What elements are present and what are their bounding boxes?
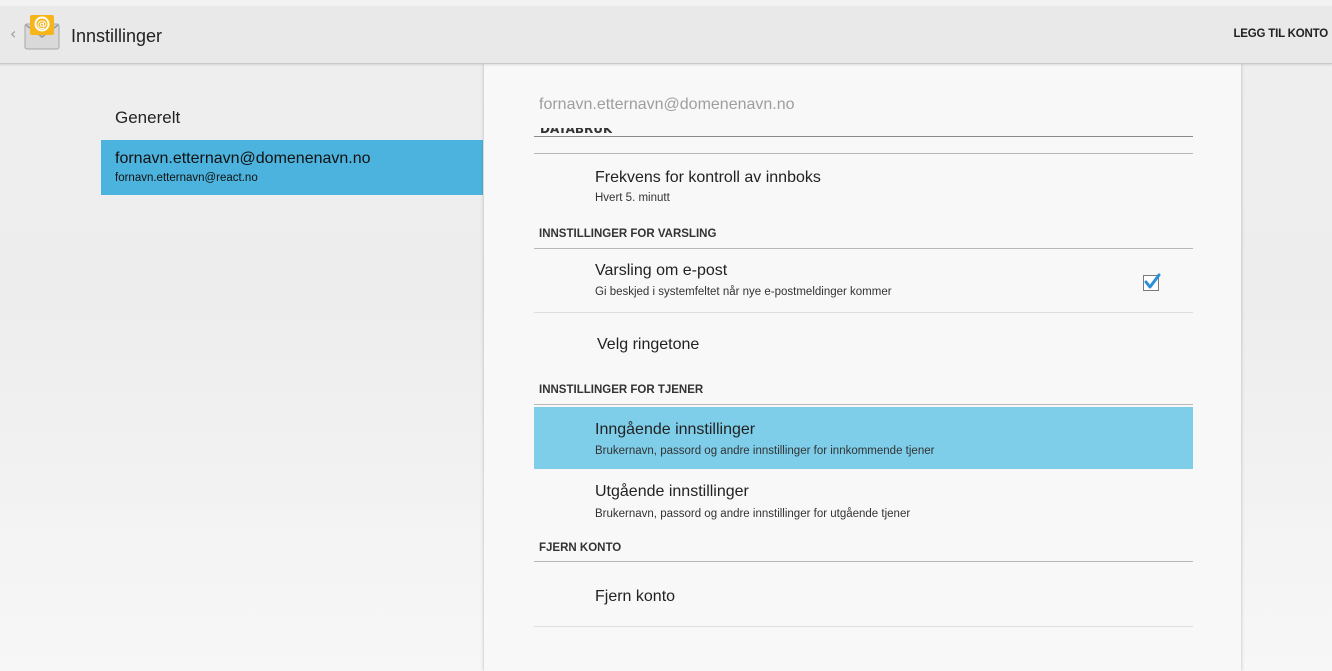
ringtone-item[interactable]: Velg ringetone — [534, 314, 1193, 374]
email-notification-item[interactable]: Varsling om e-post Gi beskjed i systemfe… — [534, 250, 1193, 310]
item-title: Utgående innstillinger — [595, 483, 749, 500]
item-summary: Gi beskjed i systemfeltet når nye e-post… — [595, 286, 892, 298]
inbox-frequency-item[interactable]: Frekvens for kontroll av innboks Hvert 5… — [534, 160, 1193, 210]
svg-text:@: @ — [37, 20, 47, 31]
account-title: fornavn.etternavn@domenenavn.no — [115, 150, 371, 167]
status-strip — [0, 0, 1332, 6]
item-divider — [534, 626, 1193, 627]
title-divider — [534, 136, 1193, 137]
section-header-server: INNSTILLINGER FOR TJENER — [539, 384, 704, 396]
item-title: Inngående innstillinger — [595, 421, 756, 438]
section-divider — [534, 248, 1193, 249]
item-title: Velg ringetone — [597, 336, 700, 353]
section-header-remove: FJERN KONTO — [539, 542, 622, 554]
add-account-button[interactable]: LEGG TIL KONTO — [1233, 28, 1328, 40]
email-app-icon[interactable]: @ — [22, 12, 62, 52]
item-divider — [534, 312, 1193, 313]
item-summary: Brukernavn, passord og andre innstilling… — [595, 508, 911, 520]
remove-account-item[interactable]: Fjern konto — [534, 564, 1193, 624]
section-header-notifications: INNSTILLINGER FOR VARSLING — [539, 228, 717, 240]
section-divider — [534, 404, 1193, 405]
email-notification-checkbox[interactable] — [1143, 273, 1161, 291]
category-account-selected[interactable]: fornavn.etternavn@domenenavn.no fornavn.… — [101, 140, 483, 195]
item-title: Frekvens for kontroll av innboks — [595, 169, 821, 186]
item-title: Fjern konto — [595, 588, 676, 605]
app-title: Innstillinger — [71, 26, 163, 46]
checkmark-icon — [1144, 273, 1161, 289]
section-divider — [534, 153, 1193, 154]
item-summary: Brukernavn, passord og andre innstilling… — [595, 445, 935, 457]
item-title: Varsling om e-post — [595, 262, 728, 279]
settings-categories: Generelt fornavn.etternavn@domenenavn.no… — [0, 64, 483, 671]
incoming-settings-item[interactable]: Inngående innstillinger Brukernavn, pass… — [534, 407, 1193, 469]
section-divider — [534, 561, 1193, 562]
outgoing-settings-item[interactable]: Utgående innstillinger Brukernavn, passo… — [534, 473, 1193, 535]
pane-title: fornavn.etternavn@domenenavn.no — [539, 96, 795, 113]
category-general[interactable]: Generelt — [115, 108, 180, 128]
account-subtitle: fornavn.etternavn@react.no — [115, 172, 258, 184]
up-caret-icon[interactable]: ‹ — [10, 24, 16, 44]
action-bar: ‹ @ Innstillinger LEGG TIL KONTO — [0, 0, 1332, 64]
account-settings-pane: fornavn.etternavn@domenenavn.no DATABRUK… — [484, 64, 1241, 671]
item-summary: Hvert 5. minutt — [595, 192, 670, 204]
